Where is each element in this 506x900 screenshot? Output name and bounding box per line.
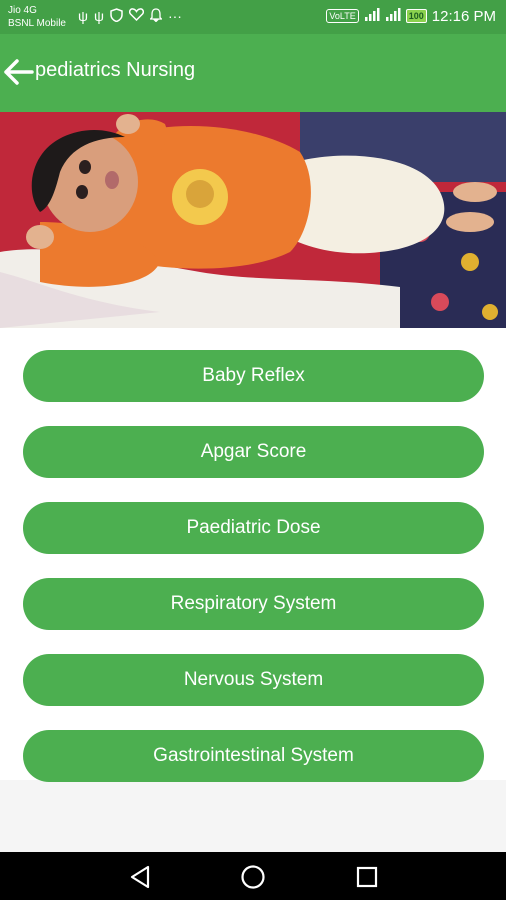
arrow-left-icon[interactable] [0, 54, 36, 90]
menu-list: Baby Reflex Apgar Score Paediatric Dose … [0, 328, 506, 782]
clock-text: 12:16 PM [431, 7, 496, 25]
nervous-system-button[interactable]: Nervous System [23, 654, 484, 706]
status-right: VoLTE 100 12:16 PM [326, 7, 496, 25]
respiratory-system-button[interactable]: Respiratory System [23, 578, 484, 630]
heart-icon [128, 8, 145, 25]
volte-badge: VoLTE [326, 9, 359, 23]
carrier-line-1: Jio 4G [8, 5, 37, 16]
bell-icon [148, 8, 164, 25]
recents-square-icon[interactable] [354, 864, 380, 890]
page-title: pediatrics Nursing [35, 59, 196, 81]
home-circle-icon[interactable] [240, 864, 266, 890]
baby-photo [0, 112, 506, 328]
back-triangle-icon[interactable] [128, 864, 154, 890]
carrier-info: Jio 4G BSNL Mobile [8, 4, 66, 30]
app-bar: pediatrics Nursing [0, 34, 506, 112]
more-dots-icon: ··· [167, 8, 182, 24]
signal-icon [364, 7, 380, 25]
shield-icon [110, 8, 123, 25]
apgar-score-button[interactable]: Apgar Score [23, 426, 484, 478]
navigation-bar [0, 852, 506, 900]
gastrointestinal-system-button[interactable]: Gastrointestinal System [23, 730, 484, 782]
usb-icon: ψ [78, 8, 88, 24]
battery-icon: 100 [405, 9, 427, 23]
baby-photo-illustration [0, 112, 506, 328]
usb-icon: ψ [93, 8, 104, 24]
paediatric-dose-button[interactable]: Paediatric Dose [23, 502, 484, 554]
signal-icon [385, 7, 401, 25]
baby-reflex-button[interactable]: Baby Reflex [23, 350, 484, 402]
status-bar: Jio 4G BSNL Mobile ψ ψ ··· VoLTE 100 12:… [0, 0, 506, 34]
notification-icons: ψ ψ ··· [78, 8, 182, 25]
carrier-line-2: BSNL Mobile [8, 18, 66, 29]
